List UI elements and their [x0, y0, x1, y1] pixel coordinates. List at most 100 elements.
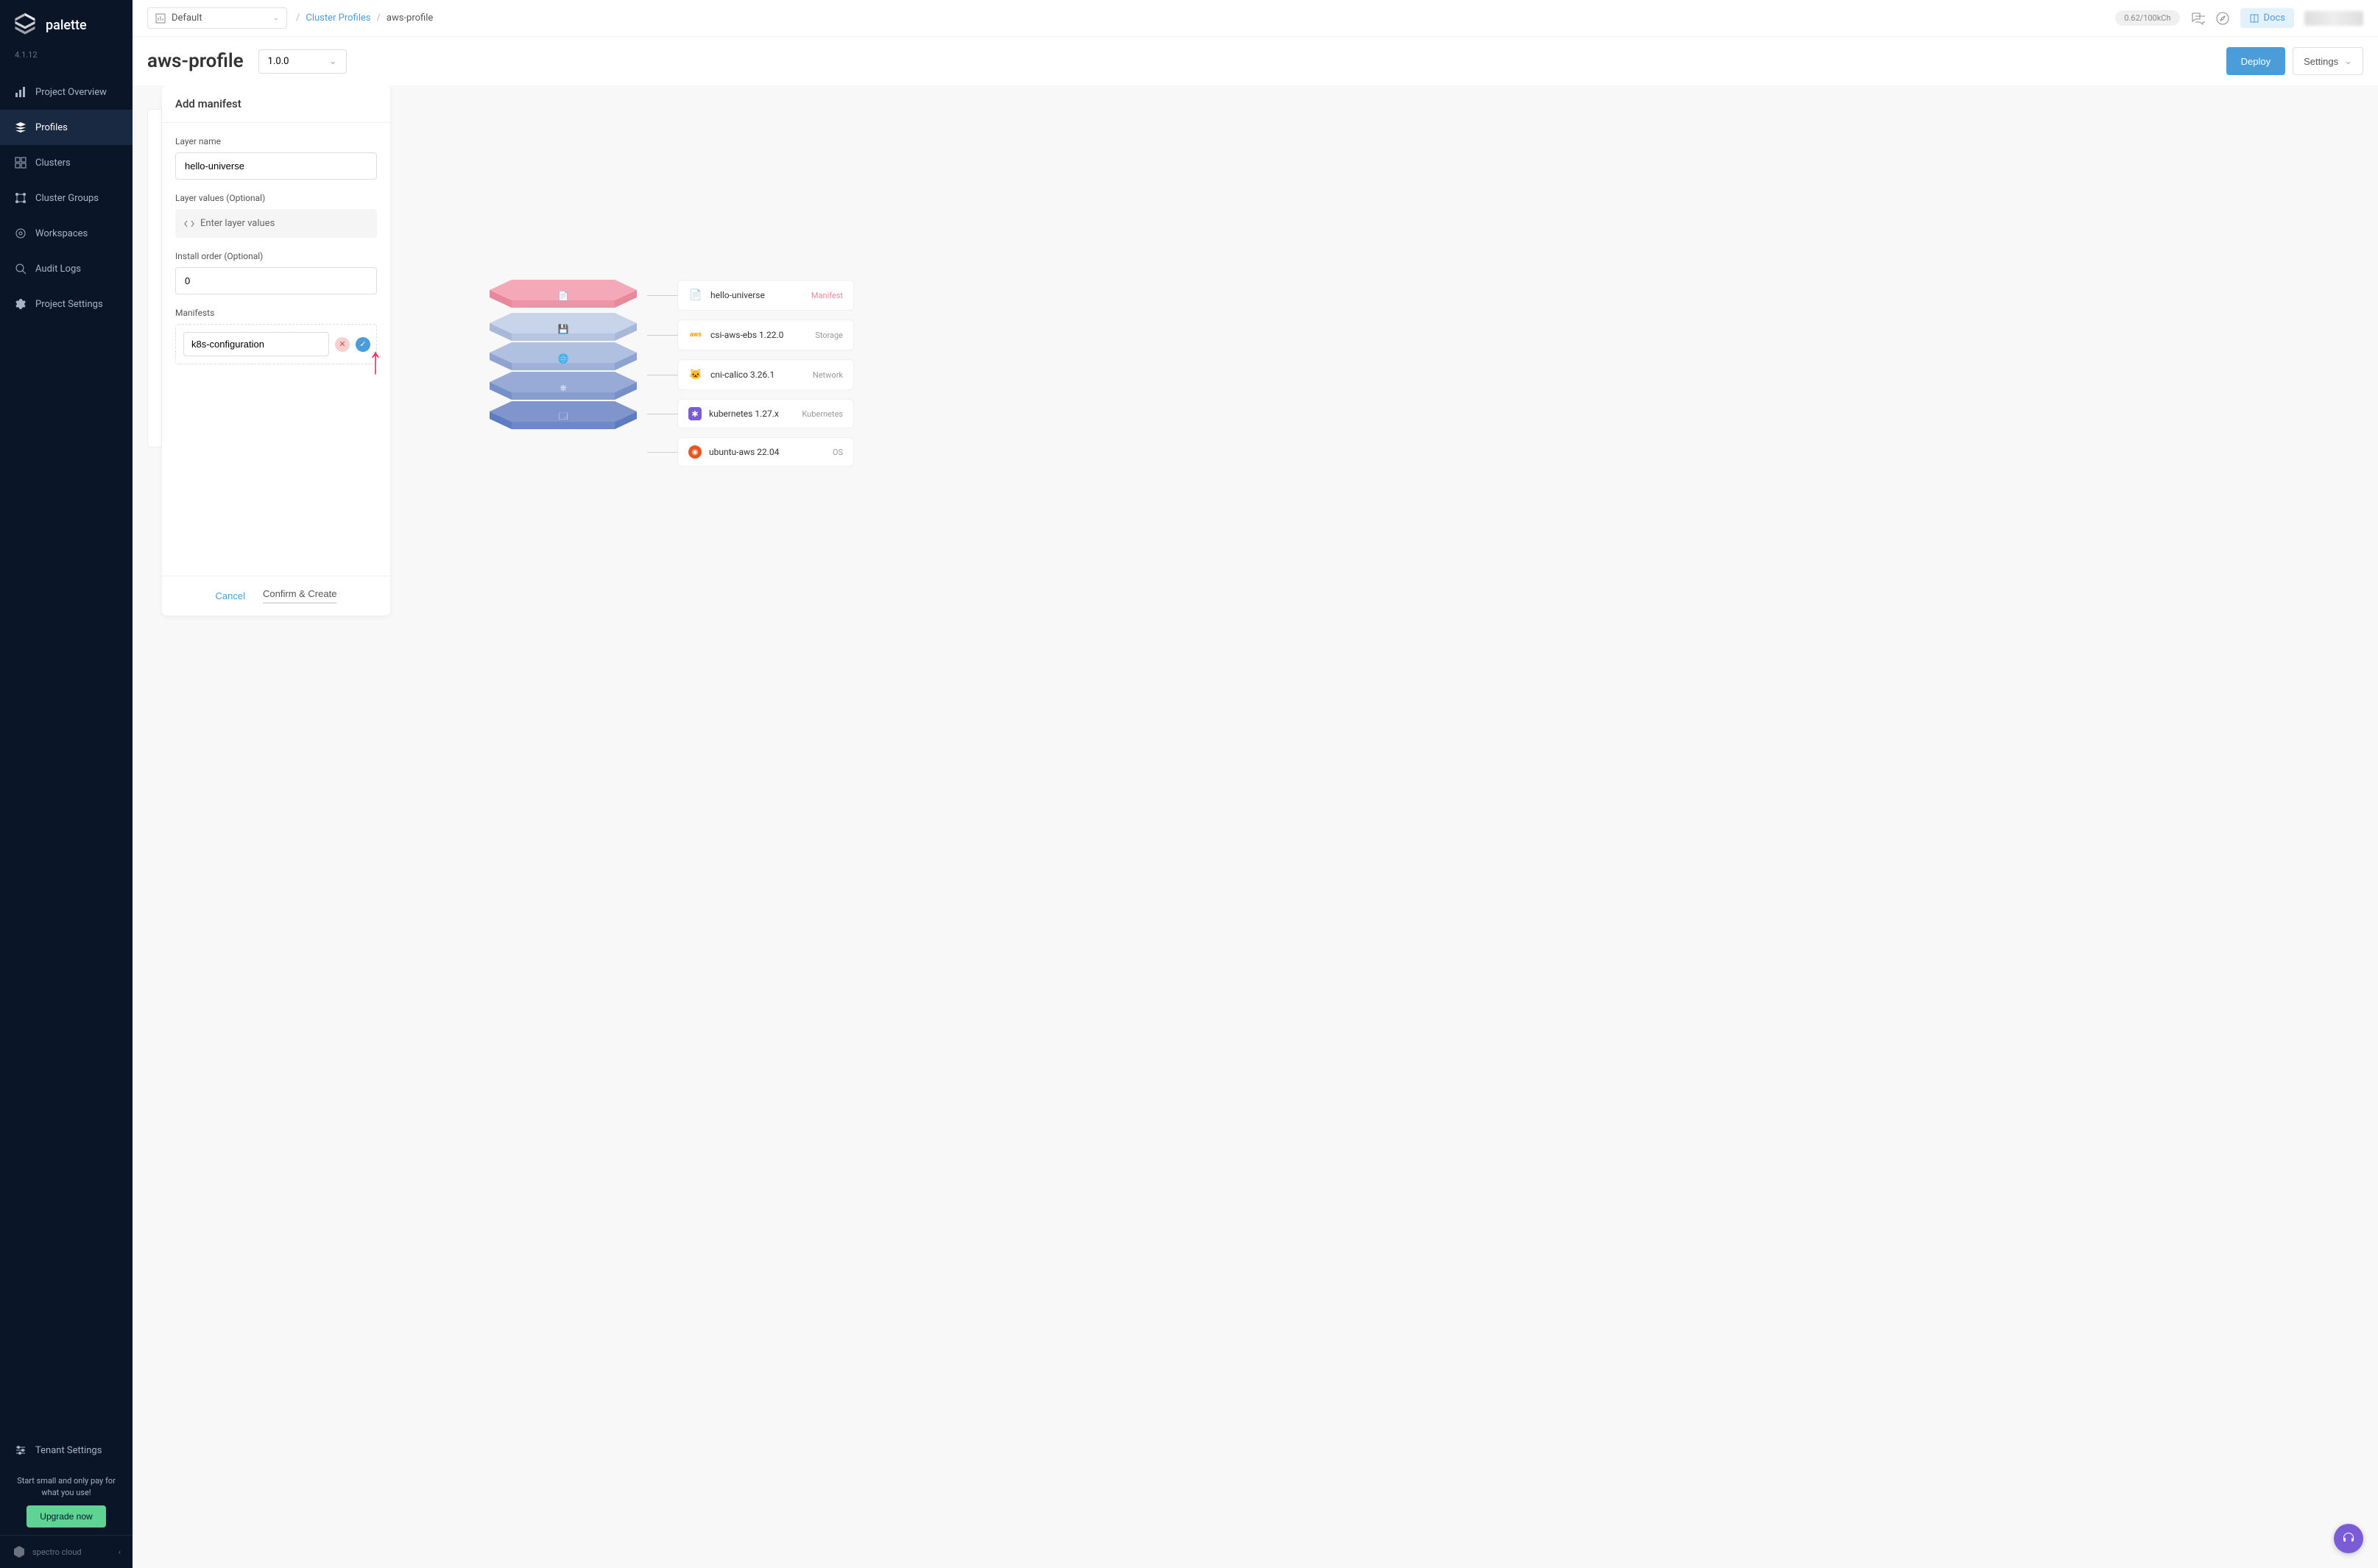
breadcrumb-sep: / [377, 13, 381, 24]
tenant-settings-label: Tenant Settings [35, 1445, 102, 1456]
logo-text: palette [46, 18, 87, 33]
breadcrumb-current: aws-profile [387, 13, 433, 24]
scope-selector[interactable]: Default ⌄ [147, 7, 287, 29]
version-value: 1.0.0 [268, 56, 289, 67]
grid-icon [15, 157, 27, 169]
sidebar-item-tenant-settings[interactable]: Tenant Settings [0, 1433, 133, 1468]
layer-card-name: csi-aws-ebs 1.22.0 [710, 330, 808, 340]
layer-values-input[interactable]: Enter layer values [175, 209, 377, 238]
settings-label: Settings [2304, 56, 2338, 67]
sidebar-item-cluster-groups[interactable]: Cluster Groups [0, 180, 133, 216]
stack-layer-manifest[interactable]: 📄 [482, 277, 644, 311]
stack-layer-os[interactable]: 🗔 [482, 398, 644, 432]
sidebar-item-overview[interactable]: Project Overview [0, 74, 133, 110]
footer-brand: spectro cloud [32, 1547, 82, 1557]
layer-card-type: OS [833, 448, 843, 457]
sidebar: palette 4.1.12 Project Overview Profiles… [0, 0, 133, 1568]
breadcrumb-link[interactable]: Cluster Profiles [306, 13, 370, 24]
layer-name-label: Layer name [175, 136, 377, 146]
main-content: Default ⌄ / Cluster Profiles / aws-profi… [133, 0, 2378, 1568]
layer-values-label: Layer values (Optional) [175, 193, 377, 203]
collapse-icon[interactable]: ‹ [119, 1547, 121, 1557]
layer-card-network[interactable]: 🐱 cni-calico 3.26.1 Network [677, 359, 854, 390]
layer-name-input[interactable] [175, 152, 377, 180]
cancel-button[interactable]: Cancel [216, 588, 245, 604]
chevron-down-icon: ⌄ [2344, 55, 2352, 67]
upgrade-button[interactable]: Upgrade now [27, 1505, 105, 1528]
manifest-icon: 📄 [688, 288, 703, 303]
nav-label: Project Settings [35, 299, 103, 310]
spectro-logo-icon [12, 1544, 27, 1559]
chat-icon[interactable] [2190, 11, 2205, 26]
layer-card-name: hello-universe [710, 290, 804, 300]
globe-icon: 🌐 [558, 353, 569, 364]
sidebar-item-project-settings[interactable]: Project Settings [0, 286, 133, 322]
settings-button[interactable]: Settings ⌄ [2293, 47, 2363, 75]
top-header: Default ⌄ / Cluster Profiles / aws-profi… [133, 0, 2378, 37]
install-order-label: Install order (Optional) [175, 251, 377, 261]
nav-label: Project Overview [35, 87, 107, 98]
manifests-label: Manifests [175, 308, 377, 318]
scope-label: Default [172, 13, 202, 24]
brand-footer: spectro cloud ‹ [0, 1535, 133, 1568]
docs-link[interactable]: Docs [2240, 8, 2294, 28]
window-icon: 🗔 [558, 409, 568, 425]
help-button[interactable] [2334, 1524, 2363, 1553]
manifest-footer: Cancel Confirm & Create [162, 576, 390, 615]
app-version: 4.1.12 [0, 50, 133, 60]
chart-icon [15, 86, 27, 98]
page-title: aws-profile [147, 50, 244, 72]
docs-label: Docs [2264, 13, 2285, 24]
add-manifest-panel: Add manifest Layer name Layer values (Op… [162, 85, 390, 615]
breadcrumb-sep: / [296, 13, 300, 24]
file-icon: 📄 [558, 291, 569, 301]
book-icon [2249, 13, 2259, 24]
sidebar-item-clusters[interactable]: Clusters [0, 145, 133, 180]
upgrade-section: Start small and only pay for what you us… [0, 1468, 133, 1535]
nodes-icon [15, 192, 27, 204]
layer-card-os[interactable]: ◉ ubuntu-aws 22.04 OS [677, 437, 854, 467]
stack-layers: 📄 💾 🌐 ⎈ 🗔 [479, 277, 648, 453]
nav-label: Clusters [35, 158, 71, 169]
panel-stub [147, 109, 162, 448]
ubuntu-icon: ◉ [688, 445, 702, 459]
version-selector[interactable]: 1.0.0 ⌄ [258, 49, 347, 74]
upgrade-text: Start small and only pay for what you us… [7, 1475, 125, 1498]
layer-values-placeholder: Enter layer values [200, 218, 275, 229]
nav-label: Workspaces [35, 228, 88, 239]
sidebar-item-audit-logs[interactable]: Audit Logs [0, 251, 133, 286]
layer-card-storage[interactable]: aws csi-aws-ebs 1.22.0 Storage [677, 319, 854, 350]
workspace-icon [15, 227, 27, 239]
sidebar-item-profiles[interactable]: Profiles [0, 110, 133, 145]
usage-badge: 0.62/100kCh [2115, 10, 2179, 26]
install-order-input[interactable] [175, 267, 377, 294]
layers-icon [15, 121, 27, 133]
project-icon [155, 13, 166, 24]
layer-card-type: Kubernetes [802, 409, 843, 419]
compass-icon[interactable] [2215, 11, 2230, 26]
search-icon [15, 263, 27, 275]
content-area: Add manifest Layer name Layer values (Op… [133, 85, 2378, 1568]
manifest-panel-title: Add manifest [162, 85, 390, 123]
sub-header: aws-profile 1.0.0 ⌄ Deploy Settings ⌄ [133, 37, 2378, 85]
nav-label: Audit Logs [35, 264, 81, 275]
layer-card-manifest[interactable]: 📄 hello-universe Manifest [677, 280, 854, 311]
helm-icon: ⎈ [560, 382, 567, 393]
cancel-manifest-icon[interactable]: ✕ [335, 337, 350, 352]
arrow-annotation: ↑ [368, 338, 383, 383]
manifest-name-input[interactable] [183, 332, 329, 356]
layer-card-kubernetes[interactable]: ✱ kubernetes 1.27.x Kubernetes [677, 399, 854, 428]
nav-items: Project Overview Profiles Clusters Clust… [0, 74, 133, 1433]
gear-icon [15, 298, 27, 310]
deploy-button[interactable]: Deploy [2226, 47, 2285, 75]
layer-card-type: Storage [815, 331, 843, 340]
manifests-row: ✕ ✓ [175, 324, 377, 364]
layer-labels: 📄 hello-universe Manifest aws csi-aws-eb… [677, 277, 854, 467]
nav-label: Cluster Groups [35, 193, 99, 204]
sidebar-item-workspaces[interactable]: Workspaces [0, 216, 133, 251]
chevron-down-icon: ⌄ [273, 14, 279, 22]
headset-icon [2341, 1531, 2356, 1546]
user-info[interactable] [2304, 11, 2363, 26]
layer-card-type: Network [813, 370, 843, 380]
confirm-create-button[interactable]: Confirm & Create [263, 588, 336, 604]
